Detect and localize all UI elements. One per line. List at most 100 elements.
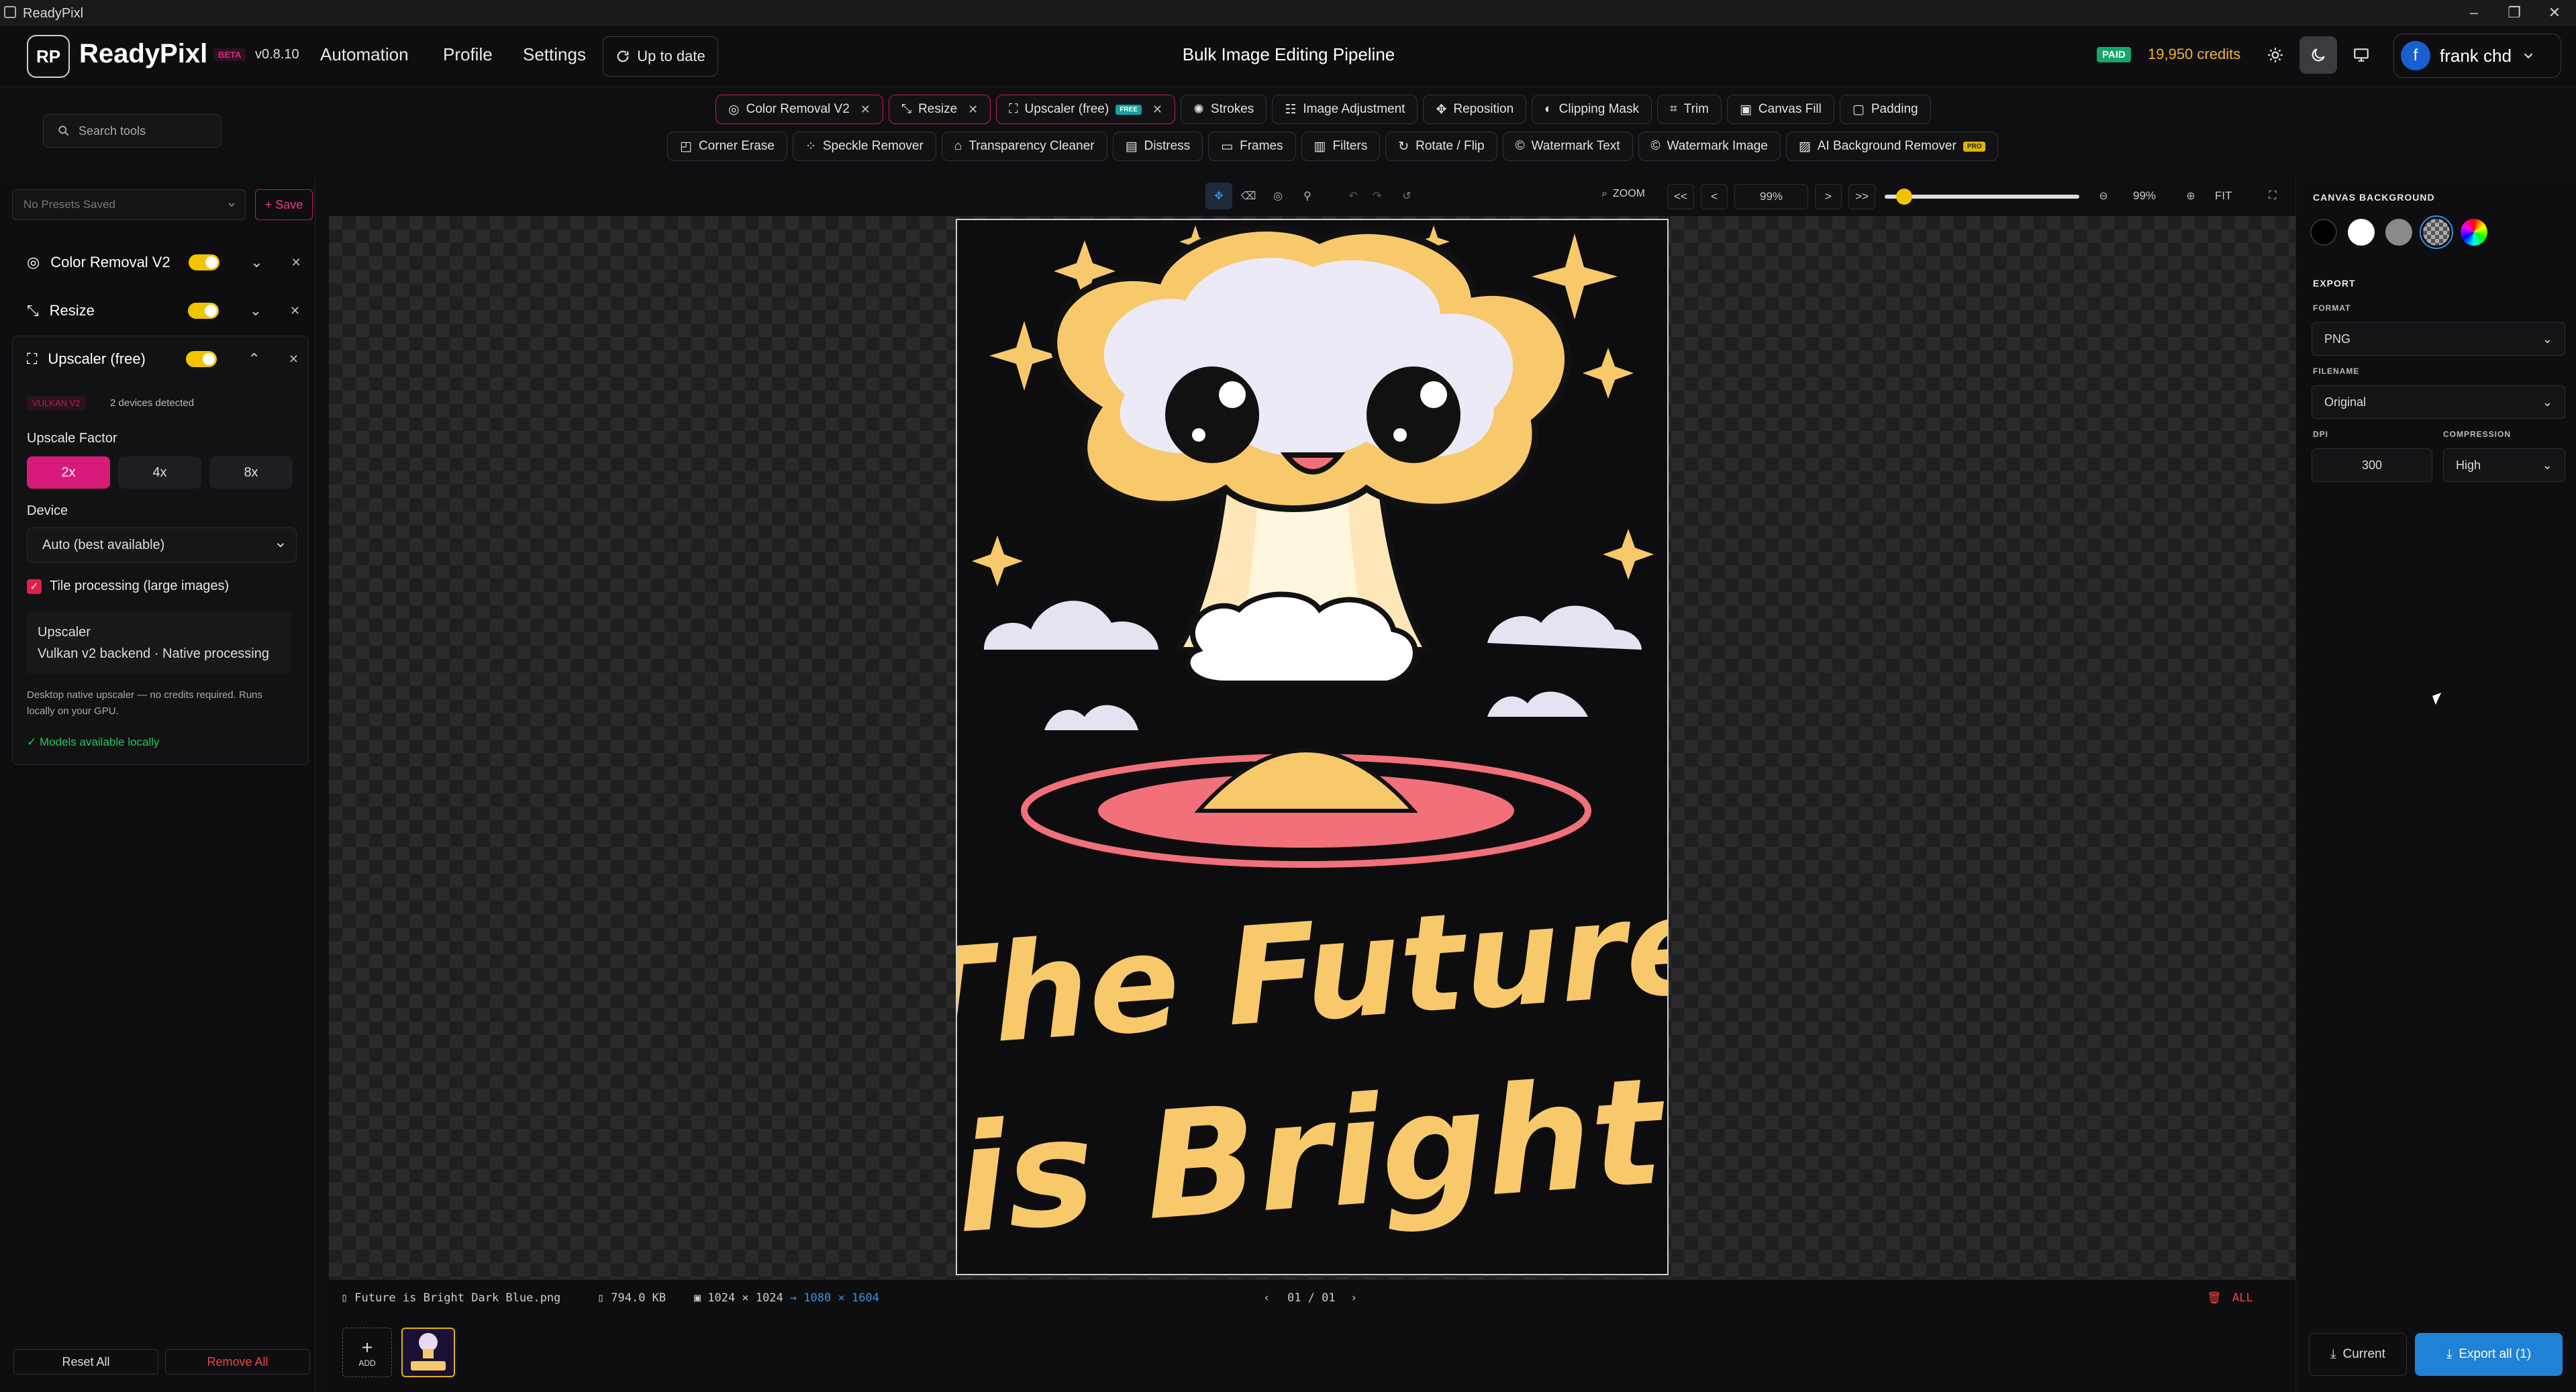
chevron-down-icon[interactable]: ⌄ (250, 302, 262, 319)
zoom-next-button[interactable]: > (1815, 184, 1842, 209)
export-current-button[interactable]: ⤓ Current (2309, 1333, 2407, 1376)
file-icon: ▯ (341, 1291, 348, 1305)
remove-all-button[interactable]: Remove All (165, 1349, 310, 1375)
preset-select[interactable]: No Presets Saved (12, 189, 246, 220)
factor-2x-button[interactable]: 2x (27, 456, 110, 489)
remove-tool-icon[interactable]: ✕ (968, 103, 978, 117)
swatch-transparent[interactable] (2420, 215, 2453, 249)
nav-profile[interactable]: Profile (443, 44, 493, 65)
factor-8x-button[interactable]: 8x (209, 456, 293, 489)
step-toggle[interactable] (186, 351, 217, 367)
tool-padding[interactable]: ▢ Padding (1839, 95, 1931, 124)
resize-icon: ⤡ (901, 102, 912, 116)
tool-ai-background-remover[interactable]: ▨ AI Background Remover PRO (1785, 132, 1999, 161)
close-icon[interactable]: ✕ (2534, 0, 2575, 26)
swatch-black[interactable] (2310, 219, 2337, 246)
close-icon[interactable]: ✕ (289, 352, 299, 366)
image-thumbnail[interactable] (401, 1328, 455, 1377)
tool-upscaler-free[interactable]: ⛶ Upscaler (free) FREE ✕ (996, 95, 1175, 124)
swatch-gray[interactable] (2385, 219, 2412, 246)
step-toggle[interactable] (187, 303, 219, 319)
reset-view-icon[interactable]: ↺ (1393, 183, 1420, 209)
chart-icon: ▥ (1314, 139, 1326, 154)
dpi-input[interactable]: 300 (2312, 448, 2432, 482)
tool-watermark-text[interactable]: © Watermark Text (1502, 132, 1633, 161)
close-icon[interactable]: ✕ (291, 256, 301, 270)
tool-label: Frames (1240, 139, 1283, 153)
tile-processing-checkbox[interactable]: ✓ Tile processing (large images) (27, 579, 229, 594)
device-select[interactable]: Auto (best available) (27, 528, 297, 562)
export-all-button[interactable]: ⤓ Export all (1) (2415, 1333, 2563, 1376)
swatch-white[interactable] (2348, 219, 2375, 246)
fullscreen-icon[interactable]: ⛶ (2259, 183, 2286, 209)
tool-resize[interactable]: ⤡ Resize ✕ (888, 95, 991, 124)
search-input[interactable]: Search tools (43, 114, 221, 148)
redo-icon[interactable]: ↷ (1364, 183, 1391, 209)
nav-settings[interactable]: Settings (523, 44, 586, 65)
logo[interactable]: RP (27, 35, 70, 78)
tool-filters[interactable]: ▥ Filters (1301, 132, 1381, 161)
tool-trim[interactable]: ⌗ Trim (1656, 95, 1722, 124)
move-tool-icon[interactable]: ✥ (1205, 183, 1232, 209)
trash-icon[interactable]: 🗑 (2207, 1291, 2222, 1305)
tool-corner-erase[interactable]: ◰ Corner Erase (667, 132, 787, 161)
tool-speckle-remover[interactable]: ⁘ Speckle Remover (792, 132, 936, 161)
eraser-tool-icon[interactable]: ⌫ (1235, 183, 1262, 209)
zoom-out-icon[interactable]: ⊖ (2090, 183, 2117, 209)
tool-label: Resize (918, 102, 958, 116)
tool-frames[interactable]: ▭ Frames (1208, 132, 1296, 161)
nav-automation[interactable]: Automation (320, 44, 409, 65)
tool-distress[interactable]: ▤ Distress (1112, 132, 1203, 161)
zoom-in-icon[interactable]: ⊕ (2177, 183, 2204, 209)
undo-icon[interactable]: ↶ (1340, 183, 1367, 209)
palette-tool-icon[interactable]: ◎ (1265, 183, 1291, 209)
zoom-value-input[interactable]: 99% (1734, 184, 1808, 209)
compression-select[interactable]: High ⌄ (2443, 448, 2565, 482)
tool-image-adjustment[interactable]: ☷ Image Adjustment (1272, 95, 1418, 124)
chevron-up-icon[interactable]: ⌃ (248, 350, 260, 368)
zoom-prev-button[interactable]: < (1701, 184, 1728, 209)
save-preset-button[interactable]: + Save (255, 189, 313, 220)
tool-transparency-cleaner[interactable]: ⌂ Transparency Cleaner (941, 132, 1107, 161)
swatch-custom-color[interactable] (2461, 219, 2487, 246)
zoom-slider[interactable] (1885, 189, 2079, 205)
chevron-down-icon: ⌄ (2542, 458, 2553, 472)
pipeline-step-color-removal[interactable]: ◎ Color Removal V2 ⌄ ✕ (12, 242, 307, 283)
light-mode-button[interactable] (2257, 36, 2294, 74)
factor-4x-button[interactable]: 4x (118, 456, 201, 489)
step-toggle[interactable] (189, 254, 220, 270)
image-preview[interactable]: The Future is Bright (956, 219, 1669, 1275)
dpi-label: DPI (2313, 430, 2329, 439)
delete-all-button[interactable]: ALL (2232, 1291, 2253, 1305)
pipeline-step-upscaler[interactable]: ⛶ Upscaler (free) ⌃ ✕ (12, 338, 307, 380)
tool-watermark-image[interactable]: © Watermark Image (1638, 132, 1781, 161)
reset-all-button[interactable]: Reset All (13, 1349, 158, 1375)
page-next-icon[interactable]: › (1350, 1291, 1357, 1305)
zoom-last-button[interactable]: >> (1848, 184, 1875, 209)
tool-canvas-fill[interactable]: ▣ Canvas Fill (1726, 95, 1834, 124)
remove-tool-icon[interactable]: ✕ (1152, 103, 1162, 117)
tool-color-removal-v2[interactable]: ◎ Color Removal V2 ✕ (715, 95, 883, 124)
fit-button[interactable]: FIT (2215, 189, 2232, 203)
tool-clipping-mask[interactable]: ◐ Clipping Mask (1532, 95, 1652, 124)
system-mode-button[interactable] (2342, 36, 2380, 74)
page-prev-icon[interactable]: ‹ (1263, 1291, 1270, 1305)
format-select[interactable]: PNG ⌄ (2312, 322, 2565, 356)
add-image-button[interactable]: + ADD (342, 1328, 392, 1377)
remove-tool-icon[interactable]: ✕ (860, 103, 871, 117)
up-to-date-button[interactable]: Up to date (603, 36, 718, 77)
tool-reposition[interactable]: ✥ Reposition (1423, 95, 1527, 124)
dark-mode-button[interactable] (2299, 36, 2337, 74)
user-menu[interactable]: f frank chd (2393, 34, 2561, 78)
close-icon[interactable]: ✕ (290, 304, 300, 318)
maximize-icon[interactable]: ❐ (2494, 0, 2534, 26)
minimize-icon[interactable]: – (2454, 0, 2494, 26)
zoom-first-button[interactable]: << (1667, 184, 1694, 209)
filename-select[interactable]: Original ⌄ (2312, 385, 2565, 419)
chevron-down-icon[interactable]: ⌄ (250, 254, 262, 271)
tool-strokes[interactable]: ✺ Strokes (1180, 95, 1267, 124)
zoom-slider-handle[interactable] (1896, 189, 1912, 205)
pipeline-step-resize[interactable]: ⤡ Resize ⌄ ✕ (12, 290, 307, 332)
tool-rotate-flip[interactable]: ↻ Rotate / Flip (1385, 132, 1497, 161)
wand-tool-icon[interactable]: ⚲ (1294, 183, 1321, 209)
